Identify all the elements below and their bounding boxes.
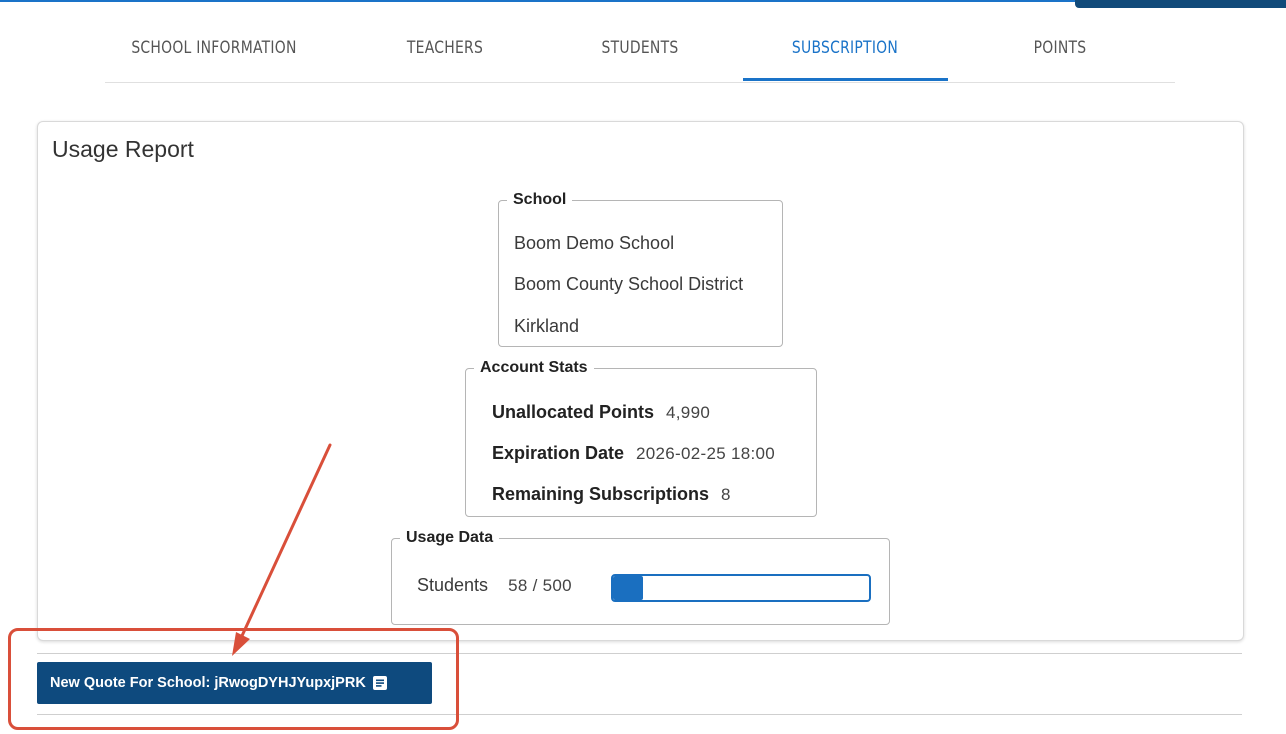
tab-school-information[interactable]: SCHOOL INFORMATION [125,24,304,80]
tab-students[interactable]: STUDENTS [570,24,709,80]
page: SCHOOL INFORMATION TEACHERS STUDENTS SUB… [0,0,1286,734]
tab-subscription[interactable]: SUBSCRIPTION [763,24,927,80]
school-legend: School [513,191,567,208]
students-progress-bar [611,574,871,602]
active-tab-indicator [743,78,948,81]
expiration-date-value: 2026-02-25 18:00 [636,444,776,463]
unallocated-points-label: Unallocated Points [492,402,655,422]
unallocated-points-value: 4,990 [666,403,711,422]
school-name: Boom Demo School [514,233,675,253]
remaining-subscriptions-row: Remaining Subscriptions 8 [492,484,731,505]
card-title: Usage Report [52,136,194,162]
usage-report-card: Usage Report School Boom Demo School Boo… [37,121,1244,641]
account-stats-legend: Account Stats [480,359,588,376]
usage-data-fieldset: Usage Data Students 58 / 500 [391,529,890,625]
remaining-subscriptions-value: 8 [721,485,731,504]
expiration-date-row: Expiration Date 2026-02-25 18:00 [492,443,775,464]
tab-teachers[interactable]: TEACHERS [375,24,514,80]
students-value: 58 / 500 [508,576,572,595]
document-icon [372,675,388,691]
students-label: Students [417,575,489,595]
students-progress-fill [613,576,643,600]
usage-data-legend: Usage Data [406,529,494,546]
students-usage-row: Students 58 / 500 [417,575,572,596]
school-district: Boom County School District [514,274,744,294]
new-quote-button[interactable]: New Quote For School: jRwogDYHJYupxjPRK [37,662,432,704]
account-stats-fieldset: Account Stats Unallocated Points 4,990 Ex… [465,359,817,517]
unallocated-points-row: Unallocated Points 4,990 [492,402,710,423]
divider-top [37,653,1242,654]
school-fieldset: School Boom Demo School Boom County Scho… [498,191,783,347]
new-quote-button-label: New Quote For School: jRwogDYHJYupxjPRK [50,675,366,691]
tab-points[interactable]: POINTS [990,24,1129,80]
school-city: Kirkland [514,316,580,336]
tab-bar: SCHOOL INFORMATION TEACHERS STUDENTS SUB… [105,24,1175,83]
divider-bottom [37,714,1242,715]
remaining-subscriptions-label: Remaining Subscriptions [492,484,710,504]
header-corner-button[interactable] [1075,0,1286,8]
expiration-date-label: Expiration Date [492,443,625,463]
